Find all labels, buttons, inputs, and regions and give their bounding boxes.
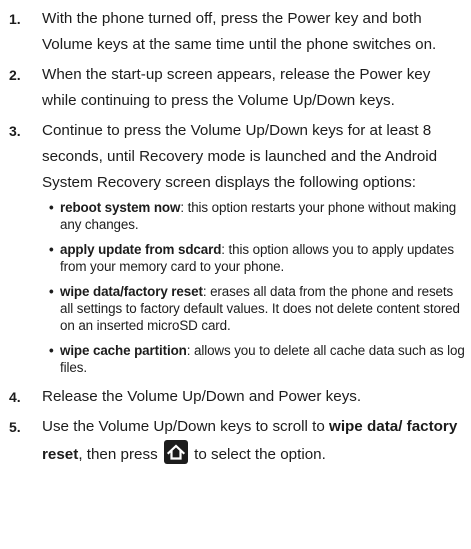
- bullet-point: •: [49, 284, 54, 299]
- step-text-after: to select the option.: [189, 446, 326, 463]
- step-text: Continue to press the Volume Up/Down key…: [42, 122, 438, 191]
- bullet-point: •: [49, 200, 54, 215]
- option-term: reboot system now: [60, 200, 181, 215]
- step-text-middle: , then press: [78, 446, 162, 463]
- step-text: With the phone turned off, press the Pow…: [42, 10, 437, 53]
- step-text: When the start-up screen appears, releas…: [42, 66, 431, 109]
- option-wipe-data: • wipe data/factory reset: erases all da…: [49, 283, 465, 334]
- step-number: 3.: [9, 123, 21, 139]
- bullet-point: •: [49, 242, 54, 257]
- step-2: 2. When the start-up screen appears, rel…: [9, 62, 465, 114]
- step-number: 1.: [9, 11, 21, 27]
- step-number: 4.: [9, 389, 21, 405]
- recovery-options-list: • reboot system now: this option restart…: [42, 199, 465, 376]
- instruction-page: 1. With the phone turned off, press the …: [0, 0, 471, 549]
- home-key-bg: [163, 440, 188, 464]
- step-5: 5. Use the Volume Up/Down keys to scroll…: [9, 414, 465, 468]
- step-4: 4. Release the Volume Up/Down and Power …: [9, 384, 465, 410]
- step-1: 1. With the phone turned off, press the …: [9, 6, 465, 58]
- steps-list: 1. With the phone turned off, press the …: [9, 6, 465, 468]
- home-key-icon: [163, 440, 188, 464]
- option-apply-update: • apply update from sdcard: this option …: [49, 241, 465, 275]
- option-wipe-cache: • wipe cache partition: allows you to de…: [49, 342, 465, 376]
- option-term: apply update from sdcard: [60, 242, 222, 257]
- step-number: 5.: [9, 419, 21, 435]
- option-term: wipe data/factory reset: [60, 284, 203, 299]
- option-reboot-system-now: • reboot system now: this option restart…: [49, 199, 465, 233]
- step-text: Release the Volume Up/Down and Power key…: [42, 388, 362, 405]
- step-number: 2.: [9, 67, 21, 83]
- option-term: wipe cache partition: [60, 343, 187, 358]
- step-3: 3. Continue to press the Volume Up/Down …: [9, 118, 465, 376]
- bullet-point: •: [49, 343, 54, 358]
- step-text-before: Use the Volume Up/Down keys to scroll to: [42, 418, 329, 435]
